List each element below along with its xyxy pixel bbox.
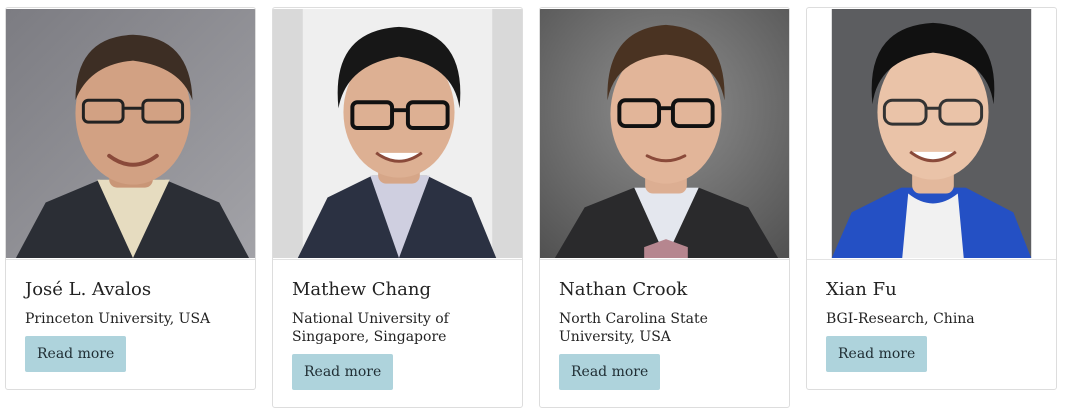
speaker-card: José L. Avalos Princeton University, USA… [5, 7, 256, 390]
speaker-affiliation: North Carolina State University, USA [559, 311, 708, 345]
speaker-card: Xian Fu BGI-Research, China Read more [806, 7, 1057, 390]
read-more-button[interactable]: Read more [25, 336, 127, 372]
speaker-affiliation: BGI-Research, China [826, 311, 975, 327]
speaker-name: José L. Avalos [25, 279, 152, 300]
speaker-card: Mathew Chang National University of Sing… [272, 7, 523, 408]
speaker-photo [540, 8, 789, 260]
speaker-name: Xian Fu [826, 279, 897, 300]
speaker-grid: José L. Avalos Princeton University, USA… [5, 7, 1057, 408]
speaker-affiliation: National University of Singapore, Singap… [292, 311, 449, 345]
speaker-name: Nathan Crook [559, 279, 688, 300]
read-more-button[interactable]: Read more [559, 354, 661, 390]
speaker-affiliation: Princeton University, USA [25, 311, 211, 327]
portrait-image [6, 9, 255, 258]
speaker-card-body: Nathan Crook North Carolina State Univer… [540, 260, 789, 407]
speaker-photo [807, 8, 1056, 260]
portrait-image [807, 9, 1056, 258]
speaker-photo [273, 8, 522, 260]
speaker-photo [6, 8, 255, 260]
portrait-image [273, 9, 522, 258]
portrait-image [540, 9, 789, 258]
speaker-name: Mathew Chang [292, 279, 431, 300]
read-more-button[interactable]: Read more [826, 336, 928, 372]
speaker-card: Nathan Crook North Carolina State Univer… [539, 7, 790, 408]
speaker-card-body: José L. Avalos Princeton University, USA… [6, 260, 255, 389]
read-more-button[interactable]: Read more [292, 354, 394, 390]
speaker-card-body: Mathew Chang National University of Sing… [273, 260, 522, 407]
speaker-card-body: Xian Fu BGI-Research, China Read more [807, 260, 1056, 389]
